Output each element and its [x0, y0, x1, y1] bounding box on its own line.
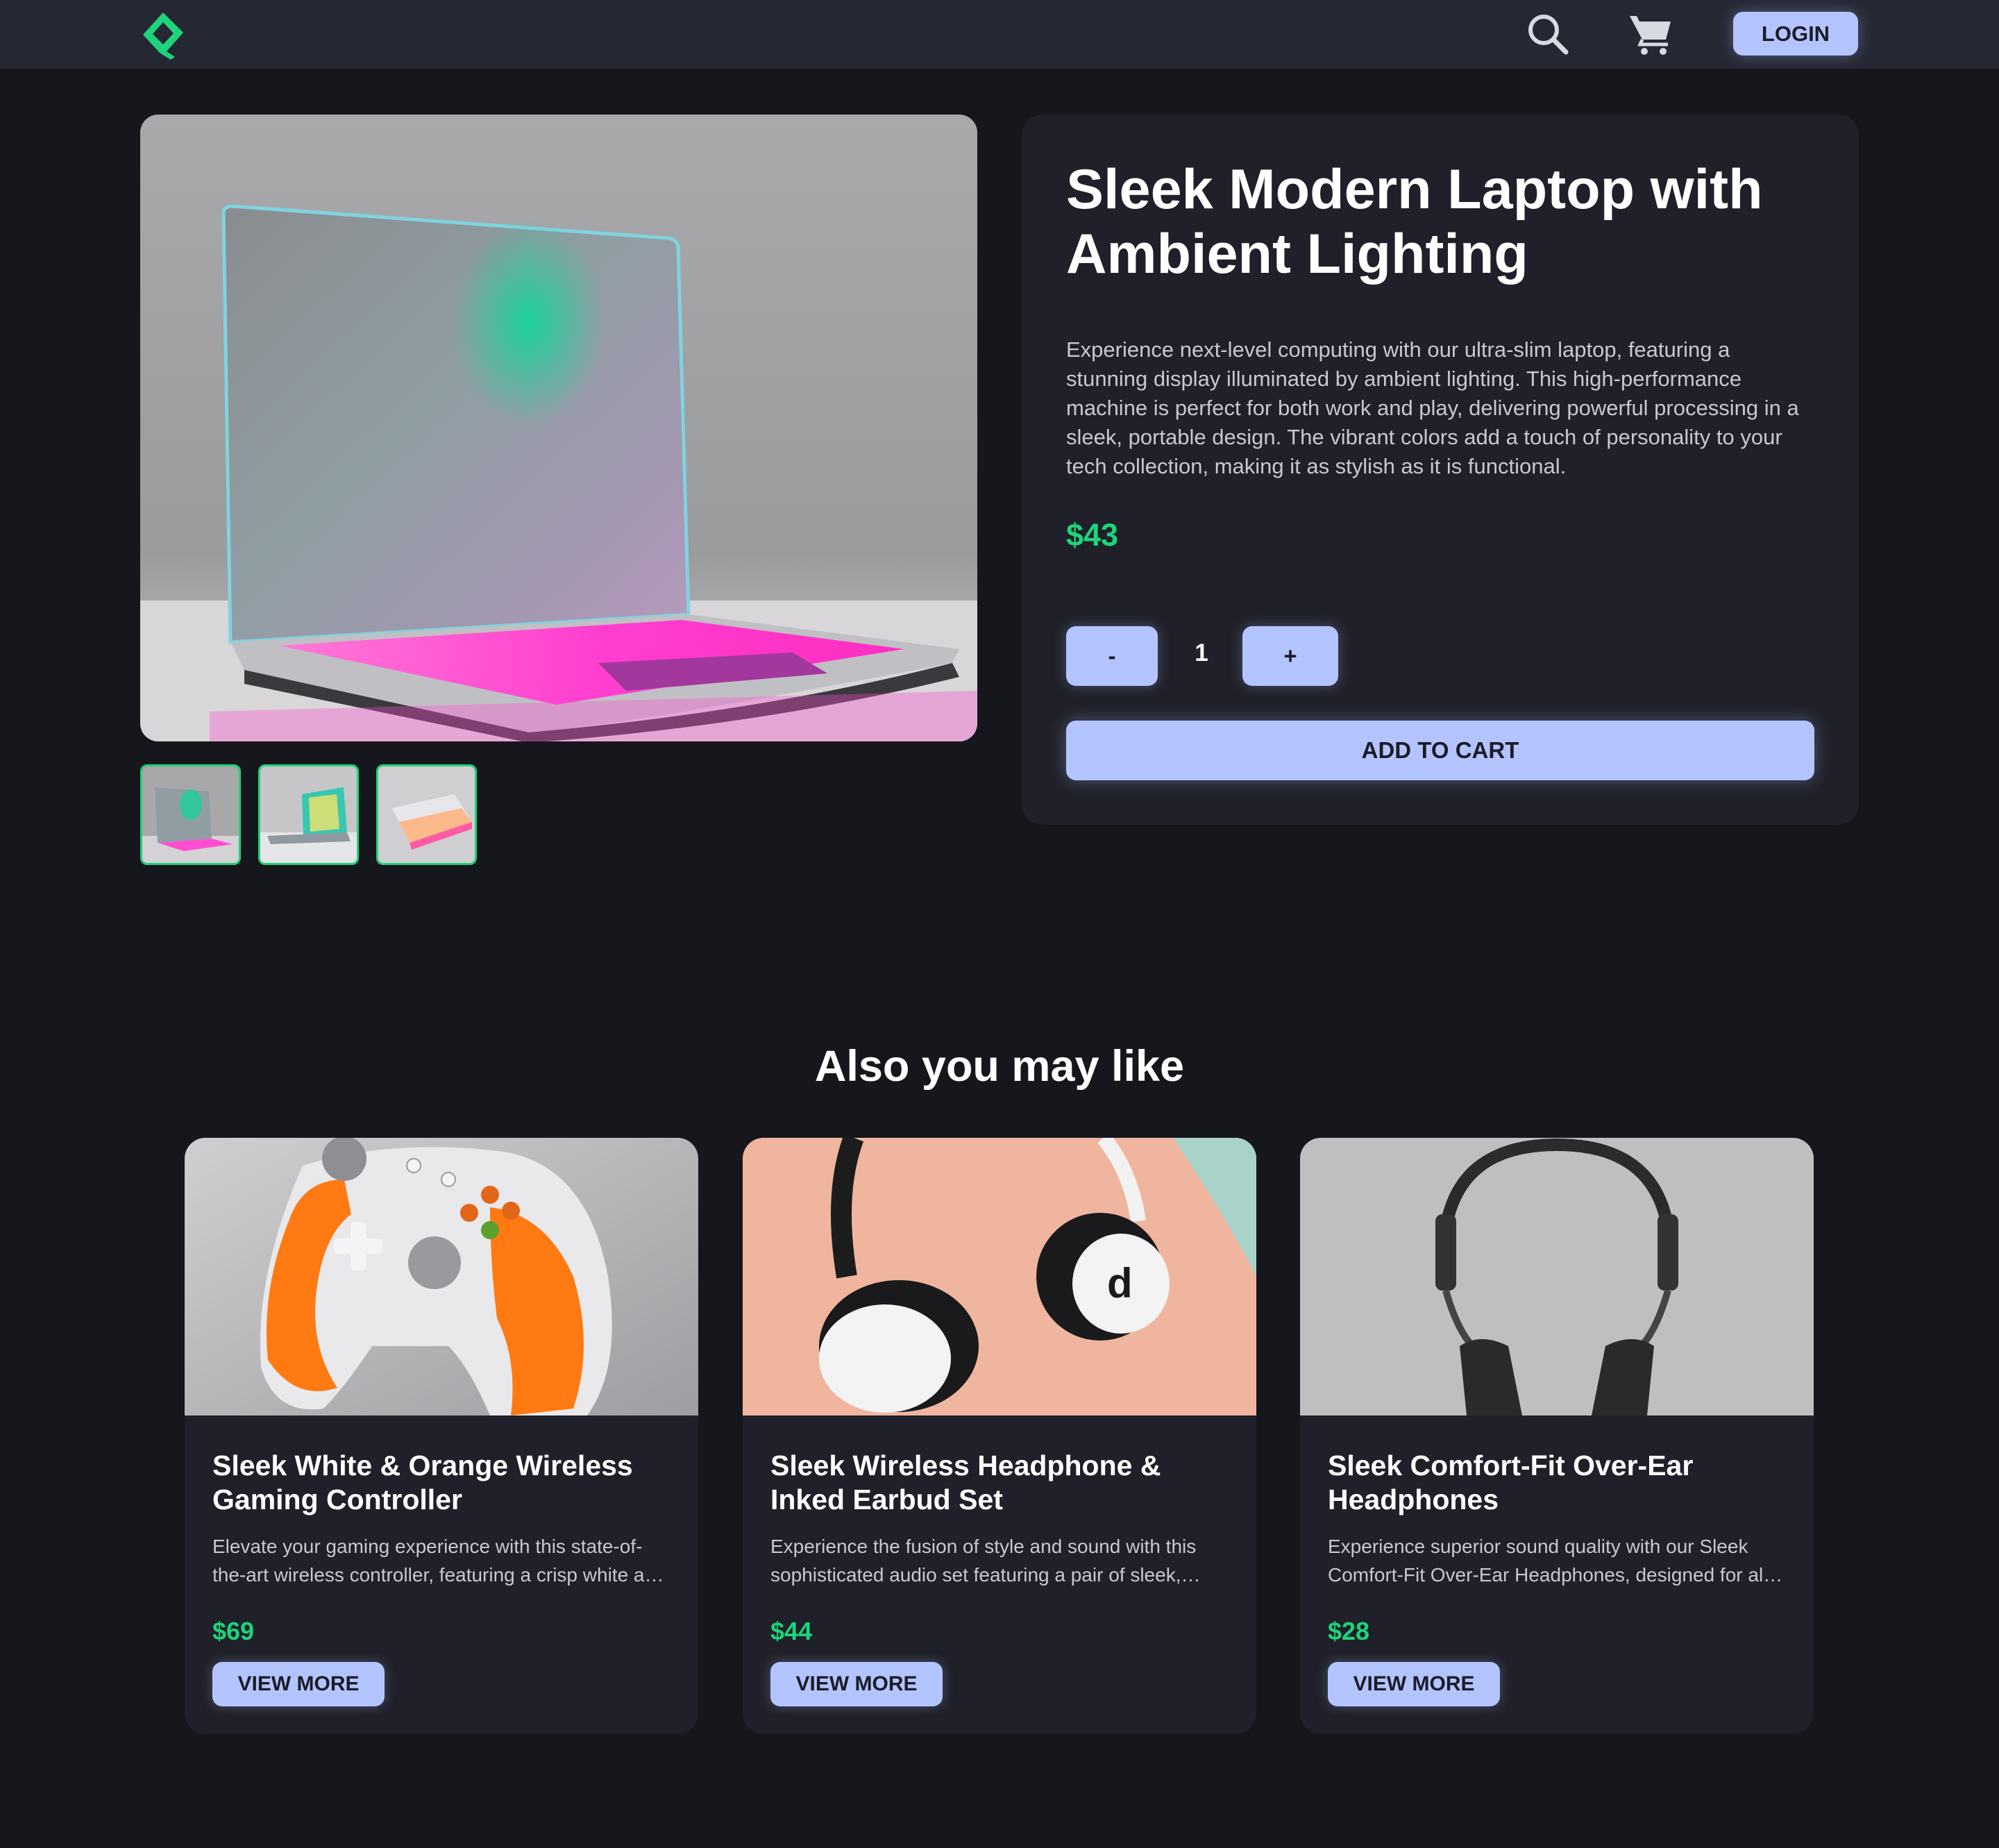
- quantity-value: 1: [1195, 639, 1208, 666]
- top-navbar: LOGIN: [0, 0, 1999, 69]
- related-product-image[interactable]: d: [743, 1138, 1256, 1416]
- related-product-price: $28: [1328, 1617, 1370, 1645]
- thumbnail-3[interactable]: [376, 764, 477, 865]
- cart-icon[interactable]: [1626, 10, 1675, 58]
- related-product-card: Sleek White & Orange Wireless Gaming Con…: [185, 1138, 698, 1734]
- diamond-logo-icon[interactable]: [139, 8, 187, 61]
- svg-text:d: d: [1107, 1260, 1133, 1307]
- related-section-title: Also you may like: [814, 1042, 1185, 1091]
- product-main-image: [140, 115, 977, 741]
- search-icon[interactable]: [1524, 10, 1572, 58]
- thumbnail-2[interactable]: [258, 764, 359, 865]
- add-to-cart-button[interactable]: ADD TO CART: [1066, 721, 1814, 780]
- related-product-title: Sleek Comfort-Fit Over-Ear Headphones: [1328, 1450, 1694, 1515]
- product-description: Experience next-level computing with our…: [1066, 337, 1799, 478]
- thumbnail-1[interactable]: [140, 764, 241, 865]
- product-info-card: Sleek Modern Laptop with Ambient Lightin…: [1022, 115, 1859, 825]
- quantity-increase-button[interactable]: +: [1242, 626, 1338, 686]
- view-more-button[interactable]: VIEW MORE: [212, 1662, 385, 1706]
- login-button[interactable]: LOGIN: [1733, 12, 1858, 56]
- related-product-description: Elevate your gaming experience with this…: [212, 1536, 666, 1586]
- related-product-title: Sleek Wireless Headphone & Inked Earbud …: [770, 1450, 1161, 1515]
- related-product-price: $44: [770, 1617, 813, 1645]
- related-product-title: Sleek White & Orange Wireless Gaming Con…: [212, 1450, 633, 1515]
- view-more-button[interactable]: VIEW MORE: [770, 1662, 943, 1706]
- related-product-description: Experience the fusion of style and sound…: [770, 1536, 1197, 1586]
- view-more-button[interactable]: VIEW MORE: [1328, 1662, 1500, 1706]
- quantity-decrease-button[interactable]: -: [1066, 626, 1158, 686]
- related-product-image[interactable]: [1300, 1138, 1814, 1416]
- related-product-image[interactable]: [185, 1138, 698, 1416]
- related-product-card: d Sleek Wireless Headphone & Inked Earbu…: [743, 1138, 1256, 1734]
- related-product-price: $69: [212, 1617, 255, 1645]
- related-product-description: Experience superior sound quality with o…: [1328, 1536, 1774, 1586]
- related-product-card: Sleek Comfort-Fit Over-Ear Headphones Ex…: [1300, 1138, 1814, 1734]
- product-price: $43: [1066, 517, 1119, 553]
- product-title: Sleek Modern Laptop with Ambient Lightin…: [1066, 158, 1763, 285]
